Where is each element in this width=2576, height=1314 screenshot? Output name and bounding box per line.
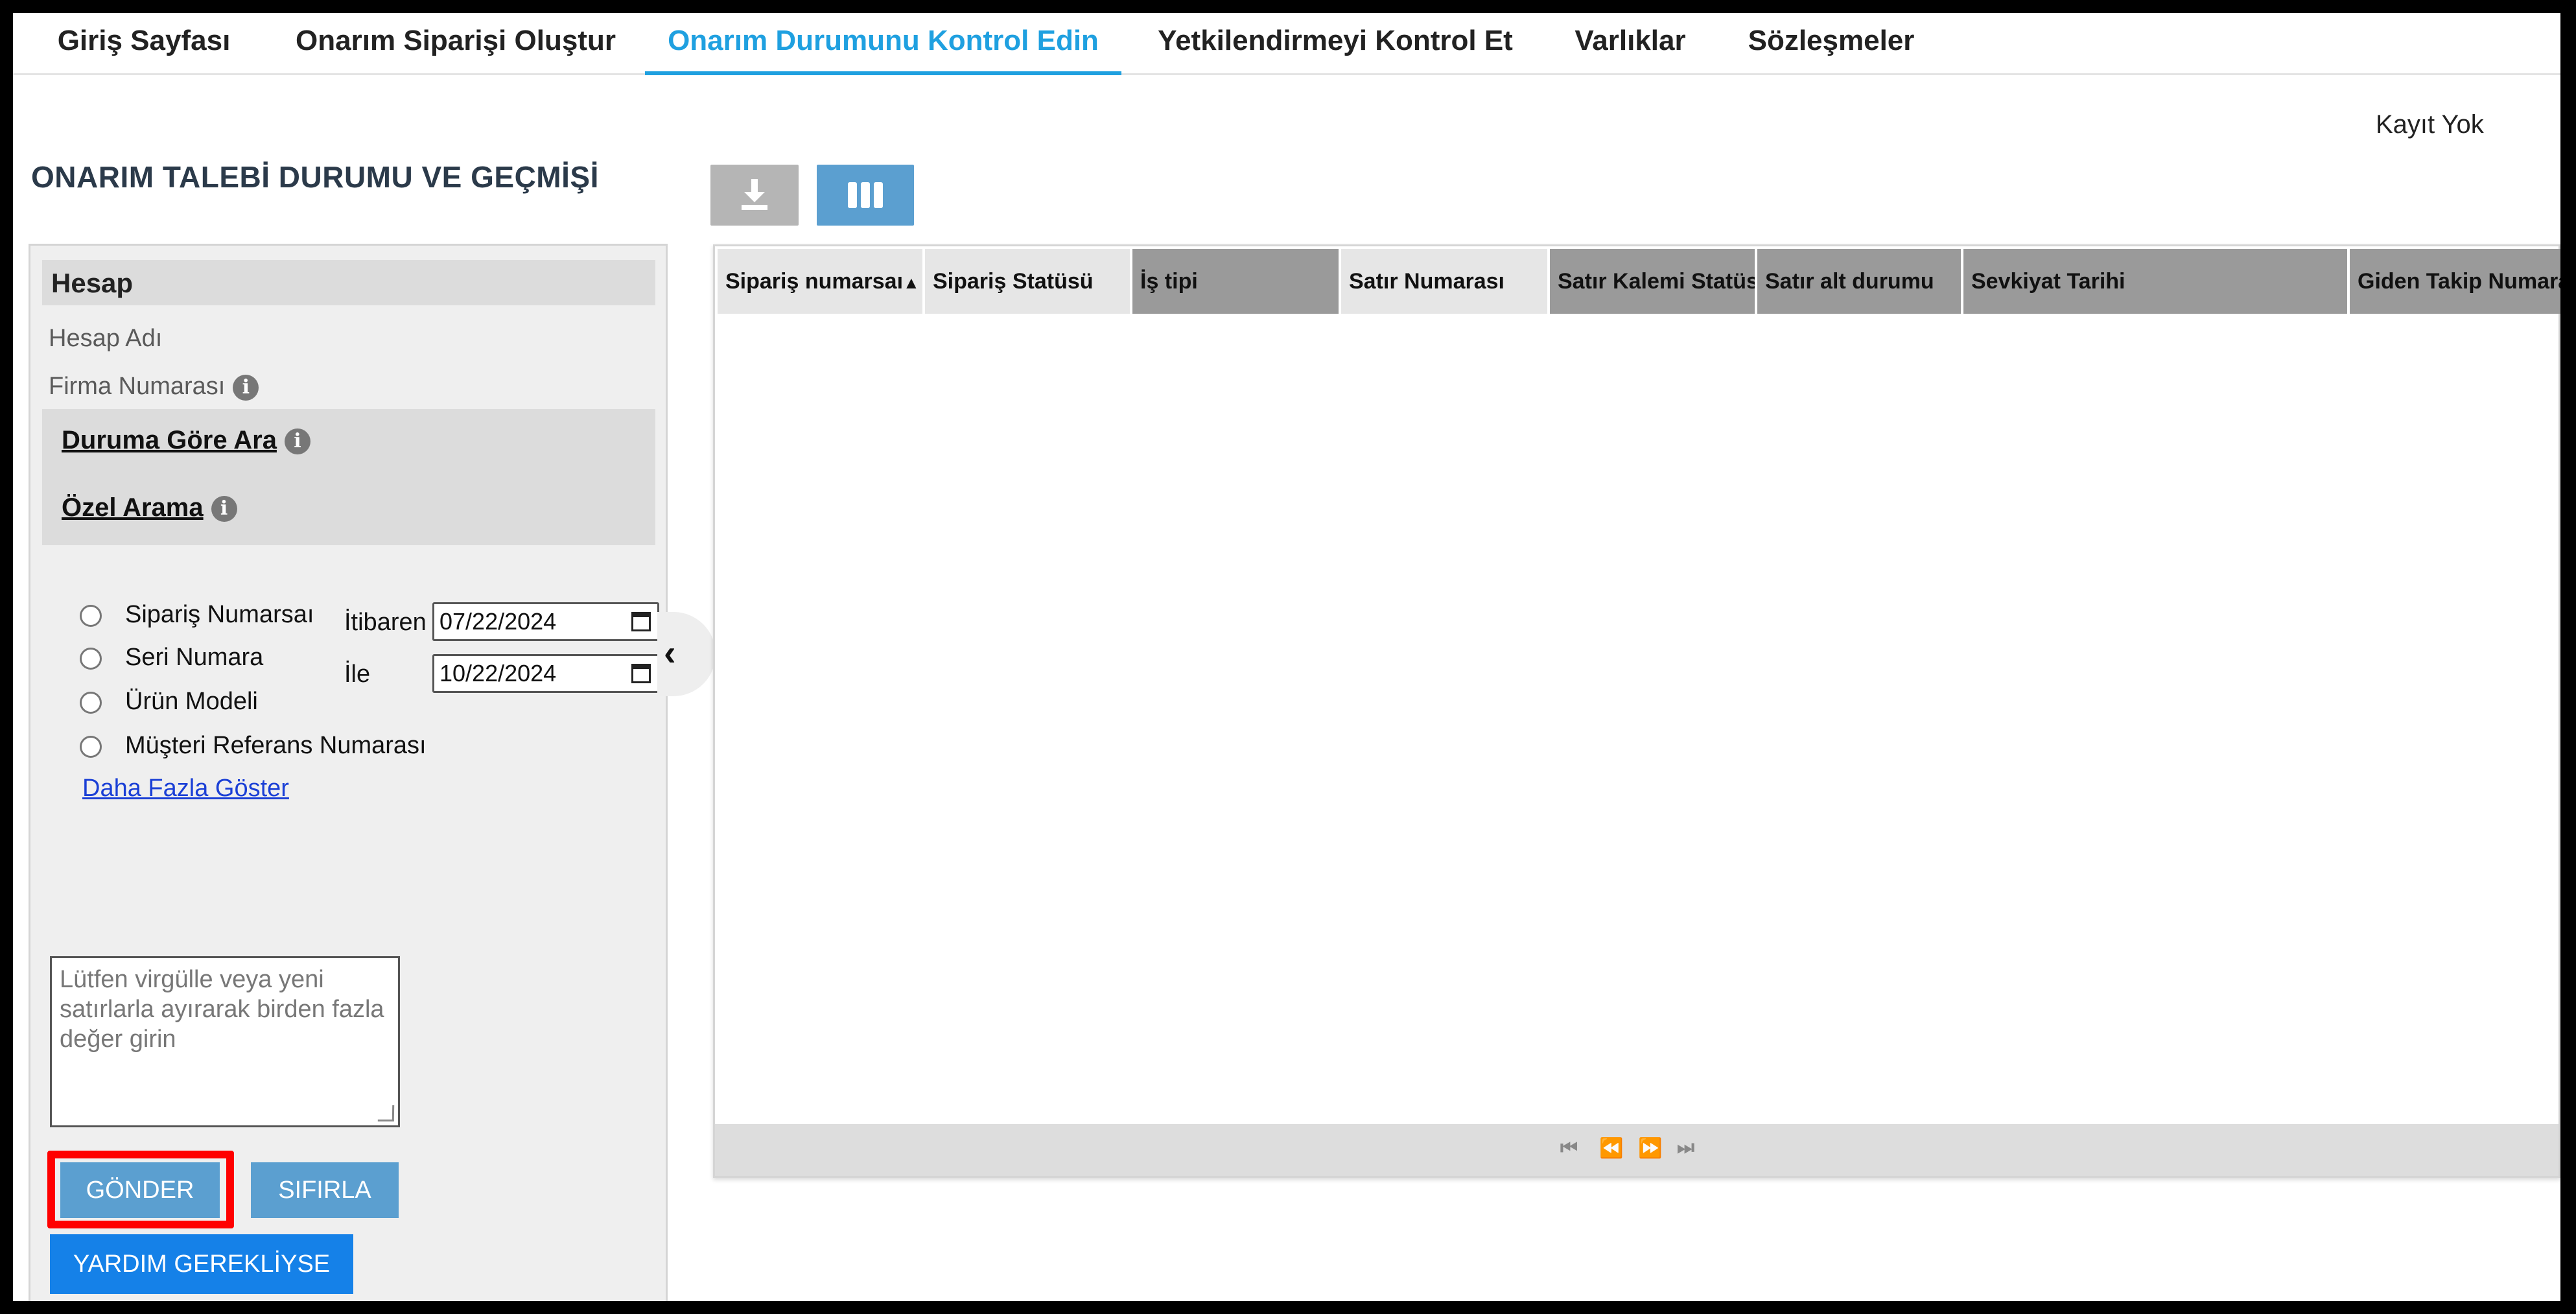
- radio-circle[interactable]: [80, 691, 102, 714]
- submit-button-highlight: [47, 1151, 234, 1228]
- radio-label: Ürün Modeli: [125, 688, 258, 715]
- multi-value-input[interactable]: Lütfen virgülle veya yeni satırlarla ayı…: [50, 956, 400, 1127]
- column-header-outbound-tracking[interactable]: Giden Takip Numarası: [2350, 249, 2560, 314]
- multi-value-placeholder: Lütfen virgülle veya yeni satırlarla ayı…: [60, 966, 384, 1053]
- from-date-input[interactable]: 07/22/2024: [432, 602, 659, 641]
- page-title: ONARIM TALEBİ DURUMU VE GEÇMİŞİ: [31, 160, 599, 194]
- radio-label: Seri Numara: [125, 644, 264, 671]
- radio-circle[interactable]: [80, 647, 102, 670]
- results-grid: Sipariş numarsaı▲ Sipariş Statüsü İş tip…: [713, 244, 2560, 1178]
- record-status-text: Kayıt Yok: [2376, 110, 2484, 139]
- columns-button[interactable]: [817, 165, 914, 226]
- custom-search-row: Özel Arama i: [62, 493, 237, 522]
- calendar-icon[interactable]: [631, 664, 651, 683]
- info-icon[interactable]: i: [211, 496, 237, 522]
- radio-label: Müşteri Referans Numarası: [125, 732, 427, 759]
- column-header-line-item-status[interactable]: Satır Kalemi Statüsü: [1550, 249, 1755, 314]
- column-header-order-status[interactable]: Sipariş Statüsü: [925, 249, 1130, 314]
- info-icon[interactable]: i: [284, 428, 310, 455]
- company-number-label: Firma Numarası: [49, 373, 226, 400]
- download-icon: [742, 179, 767, 210]
- search-options-box: Duruma Göre Ara i Özel Arama i: [42, 409, 655, 545]
- radio-label: Sipariş Numarsaı: [125, 601, 314, 628]
- show-more-link[interactable]: Daha Fazla Göster: [82, 775, 289, 803]
- radio-customer-reference[interactable]: Müşteri Referans Numarası: [80, 732, 427, 760]
- search-by-status-row: Duruma Göre Ara i: [62, 426, 310, 455]
- tab-check-authorization[interactable]: Yetkilendirmeyi Kontrol Et: [1154, 13, 1517, 75]
- from-date-value: 07/22/2024: [439, 608, 557, 635]
- column-header-line-substatus[interactable]: Satır alt durumu: [1757, 249, 1961, 314]
- column-label: Sipariş numarsaı: [725, 269, 904, 294]
- account-name-label: Hesap Adı: [49, 325, 163, 352]
- search-by-status-link[interactable]: Duruma Göre Ara: [62, 426, 277, 454]
- account-header: Hesap: [42, 260, 655, 305]
- collapse-panel-handle[interactable]: ‹: [657, 612, 716, 696]
- radio-circle[interactable]: [80, 735, 102, 758]
- radio-serial-number[interactable]: Seri Numara: [80, 644, 263, 672]
- download-button[interactable]: [710, 165, 799, 226]
- last-page-icon[interactable]: ⏭: [1677, 1137, 1694, 1159]
- tab-home[interactable]: Giriş Sayfası: [53, 13, 235, 75]
- radio-product-model[interactable]: Ürün Modeli: [80, 688, 258, 716]
- account-header-label: Hesap: [51, 268, 134, 298]
- to-date-input[interactable]: 10/22/2024: [432, 654, 659, 693]
- columns-icon: [848, 182, 883, 208]
- calendar-icon[interactable]: [631, 612, 651, 631]
- next-page-icon[interactable]: ⏩: [1638, 1137, 1662, 1160]
- to-date-value: 10/22/2024: [439, 660, 557, 686]
- to-date-label: İle: [344, 661, 371, 688]
- column-header-line-number[interactable]: Satır Numarası: [1341, 249, 1547, 314]
- sort-ascending-icon: ▲: [903, 273, 920, 292]
- radio-order-number[interactable]: Sipariş Numarsaı: [80, 601, 314, 629]
- column-header-order-number[interactable]: Sipariş numarsaı▲: [718, 249, 922, 314]
- previous-page-icon[interactable]: ⏪: [1599, 1137, 1623, 1160]
- app-frame: Giriş Sayfası Onarım Siparişi Oluştur On…: [13, 13, 2560, 1301]
- column-header-job-type[interactable]: İş tipi: [1132, 249, 1339, 314]
- first-page-icon[interactable]: ⏮: [1560, 1137, 1578, 1159]
- company-number-row: Firma Numarası i: [49, 373, 259, 401]
- radio-circle[interactable]: [80, 604, 102, 627]
- help-button[interactable]: YARDIM GEREKLİYSE: [50, 1234, 353, 1294]
- chevron-left-icon: ‹: [664, 632, 676, 673]
- tab-assets[interactable]: Varlıklar: [1565, 13, 1695, 75]
- filter-panel: Hesap Hesap Adı Firma Numarası i Duruma G…: [29, 244, 668, 1301]
- column-header-shipment-date[interactable]: Sevkiyat Tarihi: [1963, 249, 2347, 314]
- grid-pager: ⏮ ⏪ ⏩ ⏭: [715, 1124, 2558, 1176]
- tab-create-repair-order[interactable]: Onarım Siparişi Oluştur: [284, 13, 627, 75]
- reset-button[interactable]: SIFIRLA: [251, 1162, 399, 1218]
- resize-handle-icon[interactable]: [377, 1105, 395, 1121]
- tab-check-repair-status[interactable]: Onarım Durumunu Kontrol Edin: [645, 13, 1121, 75]
- tab-contracts[interactable]: Sözleşmeler: [1737, 13, 1925, 75]
- top-navigation: Giriş Sayfası Onarım Siparişi Oluştur On…: [13, 13, 2560, 75]
- info-icon[interactable]: i: [233, 374, 259, 401]
- from-date-label: İtibaren: [344, 609, 427, 636]
- custom-search-link[interactable]: Özel Arama: [62, 493, 204, 522]
